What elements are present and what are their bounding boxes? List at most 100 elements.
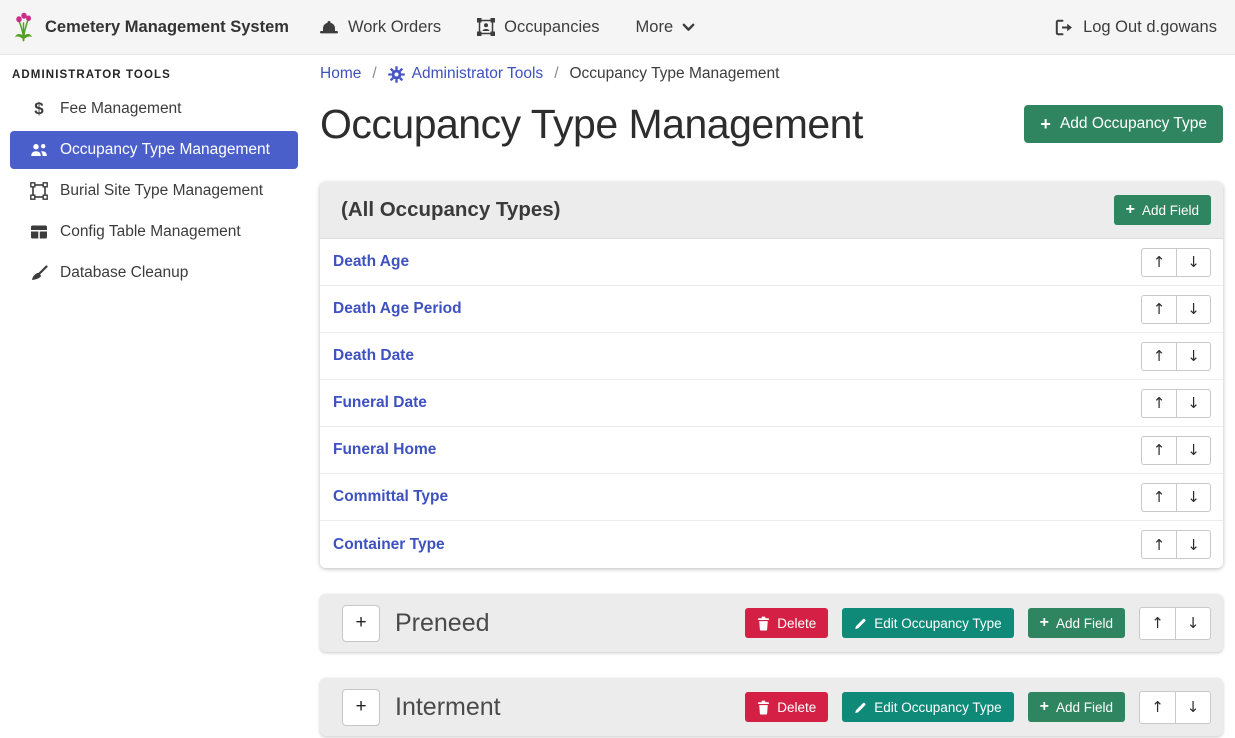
field-row: Container Type ↑ ↓ <box>320 521 1223 568</box>
edit-occupancy-type-button[interactable]: Edit Occupancy Type <box>842 692 1013 722</box>
sidebar-item-database-cleanup[interactable]: Database Cleanup <box>10 254 298 292</box>
pencil-icon <box>854 701 867 714</box>
move-down-button[interactable]: ↓ <box>1176 389 1211 418</box>
move-down-button[interactable]: ↓ <box>1175 691 1211 724</box>
down-arrow-icon: ↓ <box>1187 698 1200 716</box>
nav-work-orders-label: Work Orders <box>348 18 441 37</box>
field-link[interactable]: Death Date <box>333 347 414 365</box>
breadcrumb-separator: / <box>554 65 558 83</box>
up-arrow-icon: ↑ <box>1151 614 1164 632</box>
reorder-buttons: ↑ ↓ <box>1141 342 1211 371</box>
breadcrumb-admin-tools[interactable]: Administrator Tools <box>388 65 544 83</box>
reorder-buttons: ↑ ↓ <box>1139 607 1211 640</box>
reorder-buttons: ↑ ↓ <box>1141 295 1211 324</box>
tulip-logo-icon <box>12 12 35 42</box>
sidebar-item-label: Config Table Management <box>60 223 241 241</box>
object-frame-icon <box>26 182 52 200</box>
add-field-button[interactable]: + Add Field <box>1114 195 1211 225</box>
trash-icon <box>757 700 770 715</box>
field-row: Funeral Home ↑ ↓ <box>320 427 1223 474</box>
move-down-button[interactable]: ↓ <box>1176 295 1211 324</box>
page-title: Occupancy Type Management <box>320 97 863 152</box>
nav-occupancies[interactable]: Occupancies <box>477 18 599 37</box>
delete-button[interactable]: Delete <box>745 608 828 638</box>
sidebar-item-occupancy-type-management[interactable]: Occupancy Type Management <box>10 131 298 169</box>
page-header: Occupancy Type Management + Add Occupanc… <box>320 97 1223 152</box>
sidebar-item-config-table-management[interactable]: Config Table Management <box>10 213 298 251</box>
move-down-button[interactable]: ↓ <box>1176 483 1211 512</box>
field-link[interactable]: Death Age Period <box>333 300 462 318</box>
nav-more-label: More <box>636 18 674 37</box>
sidebar-item-label: Database Cleanup <box>60 264 188 282</box>
move-up-button[interactable]: ↑ <box>1139 607 1175 640</box>
top-navbar: Cemetery Management System Work Orders <box>0 0 1235 55</box>
occupancy-type-bar: + Interment Delete Edi <box>320 678 1223 736</box>
move-down-button[interactable]: ↓ <box>1176 530 1211 559</box>
down-arrow-icon: ↓ <box>1187 536 1200 554</box>
move-down-button[interactable]: ↓ <box>1175 607 1211 640</box>
up-arrow-icon: ↑ <box>1151 698 1164 716</box>
move-up-button[interactable]: ↑ <box>1141 530 1176 559</box>
move-up-button[interactable]: ↑ <box>1141 483 1176 512</box>
nav-occupancies-label: Occupancies <box>504 18 599 37</box>
delete-button[interactable]: Delete <box>745 692 828 722</box>
field-row: Committal Type ↑ ↓ <box>320 474 1223 521</box>
pencil-icon <box>854 617 867 630</box>
plus-icon: + <box>1126 202 1135 218</box>
edit-occupancy-type-button[interactable]: Edit Occupancy Type <box>842 608 1013 638</box>
move-up-button[interactable]: ↑ <box>1141 248 1176 277</box>
all-occupancy-types-title: (All Occupancy Types) <box>341 198 560 222</box>
occupancy-type-name: Interment <box>395 693 501 722</box>
field-row: Funeral Date ↑ ↓ <box>320 380 1223 427</box>
occupancy-type-actions: Delete Edit Occupancy Type + Add Field ↑… <box>745 607 1211 640</box>
logout-link[interactable]: Log Out d.gowans <box>1055 18 1217 37</box>
expand-button[interactable]: + <box>342 605 380 642</box>
move-up-button[interactable]: ↑ <box>1139 691 1175 724</box>
move-down-button[interactable]: ↓ <box>1176 342 1211 371</box>
nav-links: Work Orders Occupancies More <box>319 18 695 37</box>
reorder-buttons: ↑ ↓ <box>1141 436 1211 465</box>
plus-icon: + <box>1040 699 1049 715</box>
all-occupancy-types-card: (All Occupancy Types) + Add Field Death … <box>320 182 1223 568</box>
nav-work-orders[interactable]: Work Orders <box>319 18 441 37</box>
field-row: Death Age ↑ ↓ <box>320 239 1223 286</box>
field-row: Death Age Period ↑ ↓ <box>320 286 1223 333</box>
breadcrumb-home[interactable]: Home <box>320 65 361 83</box>
trash-icon <box>757 616 770 631</box>
up-arrow-icon: ↑ <box>1153 488 1166 506</box>
dollar-icon: $ <box>26 99 52 119</box>
field-link[interactable]: Funeral Home <box>333 441 436 459</box>
sidebar-item-fee-management[interactable]: $ Fee Management <box>10 90 298 128</box>
breadcrumb-separator: / <box>372 65 376 83</box>
move-up-button[interactable]: ↑ <box>1141 342 1176 371</box>
field-list: Death Age ↑ ↓ Death Age Period ↑ ↓ Death… <box>320 239 1223 568</box>
nav-more[interactable]: More <box>636 18 696 37</box>
move-down-button[interactable]: ↓ <box>1176 248 1211 277</box>
move-up-button[interactable]: ↑ <box>1141 389 1176 418</box>
gear-icon <box>388 66 405 83</box>
sidebar-item-burial-site-type-management[interactable]: Burial Site Type Management <box>10 172 298 210</box>
app-brand[interactable]: Cemetery Management System <box>12 12 289 42</box>
expand-button[interactable]: + <box>342 689 380 726</box>
reorder-buttons: ↑ ↓ <box>1141 248 1211 277</box>
field-link[interactable]: Death Age <box>333 253 409 271</box>
move-up-button[interactable]: ↑ <box>1141 436 1176 465</box>
add-field-button[interactable]: + Add Field <box>1028 608 1125 638</box>
add-field-button[interactable]: + Add Field <box>1028 692 1125 722</box>
sidebar: Administrator Tools $ Fee Management Occ… <box>0 55 310 738</box>
field-link[interactable]: Committal Type <box>333 488 448 506</box>
field-row: Death Date ↑ ↓ <box>320 333 1223 380</box>
move-down-button[interactable]: ↓ <box>1176 436 1211 465</box>
all-occupancy-types-header: (All Occupancy Types) + Add Field <box>320 182 1223 239</box>
reorder-buttons: ↑ ↓ <box>1141 483 1211 512</box>
broom-icon <box>26 265 52 281</box>
field-link[interactable]: Container Type <box>333 536 445 554</box>
reorder-buttons: ↑ ↓ <box>1141 530 1211 559</box>
field-link[interactable]: Funeral Date <box>333 394 427 412</box>
add-occupancy-type-button[interactable]: + Add Occupancy Type <box>1024 105 1223 143</box>
breadcrumb-admin-tools-label: Administrator Tools <box>412 65 544 83</box>
occupancy-type-list: + Preneed Delete Edit <box>320 594 1223 736</box>
move-up-button[interactable]: ↑ <box>1141 295 1176 324</box>
plus-icon: + <box>355 696 366 718</box>
sidebar-item-label: Burial Site Type Management <box>60 182 263 200</box>
